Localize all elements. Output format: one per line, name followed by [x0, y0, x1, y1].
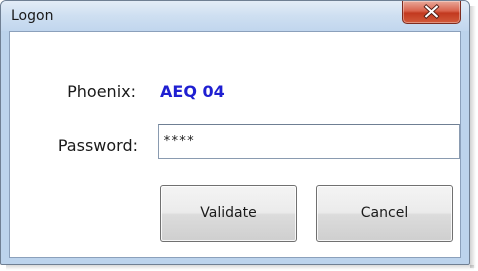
logon-dialog: Logon Phoenix: AEQ 04 Password: Validate… — [0, 0, 470, 265]
validate-button[interactable]: Validate — [160, 185, 297, 242]
window-title: Logon — [11, 8, 54, 24]
window-shadow-bottom — [6, 265, 474, 270]
window-shadow — [470, 6, 476, 268]
password-field[interactable] — [158, 124, 460, 159]
close-button[interactable] — [402, 1, 461, 24]
close-icon — [423, 4, 440, 20]
dialog-body: Phoenix: AEQ 04 Password: Validate Cance… — [9, 31, 461, 258]
title-bar[interactable]: Logon — [1, 1, 469, 31]
cancel-button[interactable]: Cancel — [316, 185, 453, 242]
password-label: Password: — [57, 136, 138, 155]
phoenix-value: AEQ 04 — [160, 82, 225, 101]
phoenix-label: Phoenix: — [67, 82, 136, 101]
